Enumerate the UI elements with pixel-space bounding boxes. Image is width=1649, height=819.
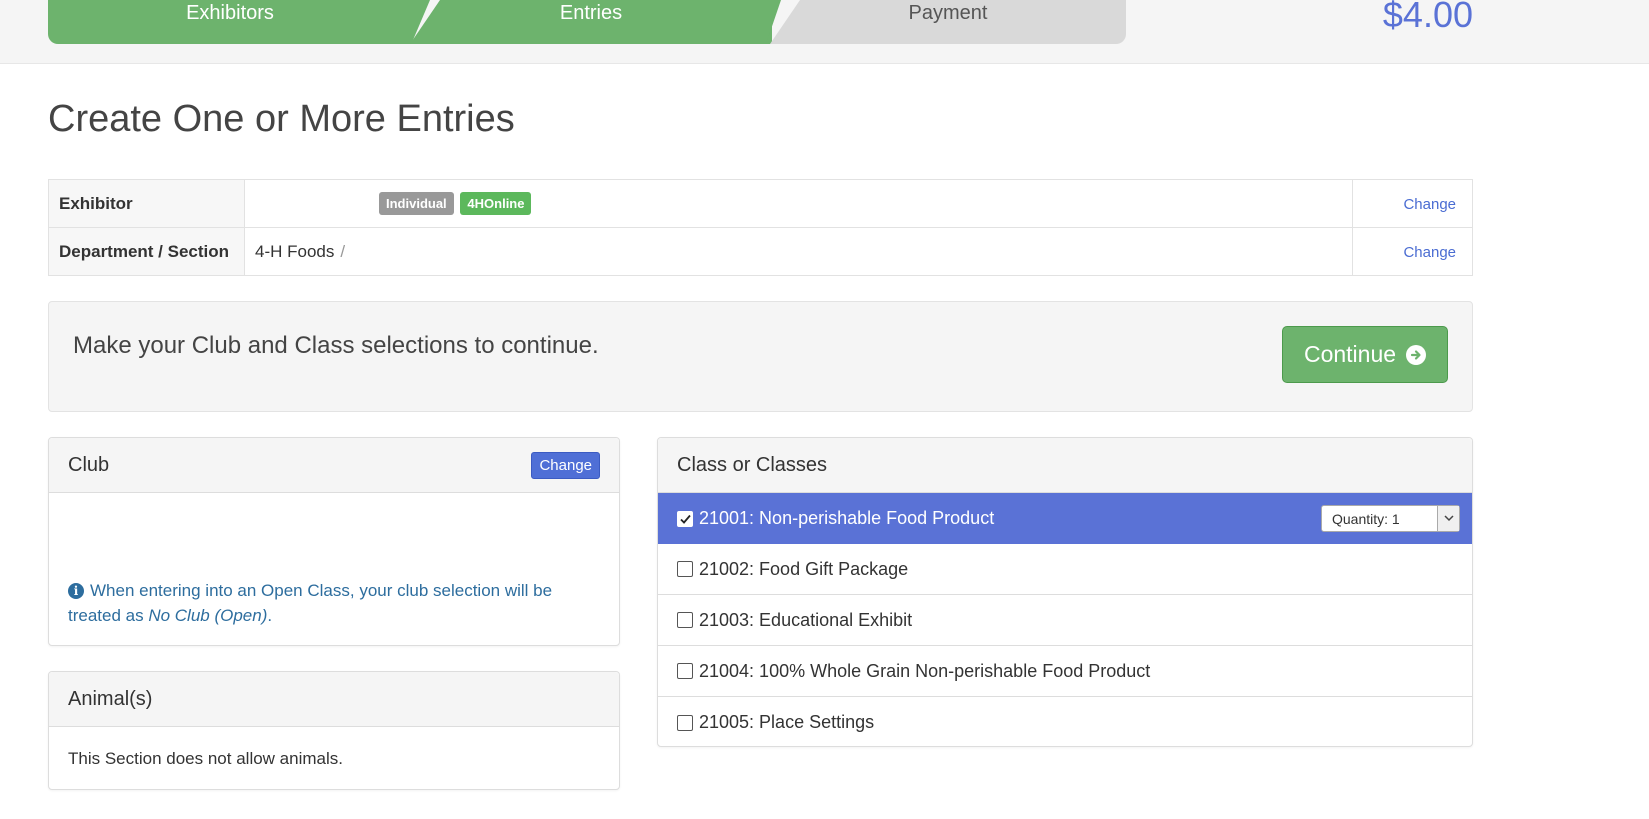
class-label: 21002: Food Gift Package (699, 558, 909, 579)
department-value: 4-H Foods / (244, 227, 1353, 276)
department-change-cell: Change (1352, 227, 1473, 276)
selection-notice: Make your Club and Class selections to c… (48, 301, 1473, 412)
checkbox-icon[interactable] (677, 561, 693, 577)
checkbox-icon[interactable] (677, 714, 693, 731)
change-club-button[interactable]: Change (531, 452, 600, 479)
entry-summary-table: Exhibitor Individual 4HOnline Change Dep… (48, 179, 1473, 276)
continue-label: Continue (1303, 341, 1397, 367)
department-row: Department / Section 4-H Foods / Change (48, 227, 1473, 276)
progress-steps: Exhibitors Entries Payment (48, 0, 1126, 44)
class-row-21005[interactable]: 21005: Place Settings (658, 697, 1472, 748)
step-entries-label: Entries (559, 2, 623, 24)
change-exhibitor-link[interactable]: Change (1403, 196, 1456, 213)
page-title: Create One or More Entries (48, 98, 515, 140)
step-exhibitors[interactable]: Exhibitors (48, 0, 412, 44)
class-label: 21003: Educational Exhibit (699, 609, 913, 630)
club-info-text: When entering into an Open Class, your c… (68, 581, 553, 625)
step-payment-label: Payment (908, 2, 988, 24)
animals-message: This Section does not allow animals. (68, 749, 343, 768)
club-info-end: . (267, 606, 273, 625)
exhibitor-row: Exhibitor Individual 4HOnline Change (48, 179, 1473, 228)
arrow-circle-right-icon (1406, 344, 1427, 365)
department-separator: / (340, 241, 346, 261)
exhibitor-badges: Individual 4HOnline (379, 192, 533, 215)
progress-header: Exhibitors Entries Payment $4.00 (0, 0, 1649, 64)
class-list: 21001: Non-perishable Food Product Quant… (658, 493, 1472, 748)
club-panel-header: Club Change (49, 438, 619, 493)
info-circle-icon: i (68, 583, 84, 599)
change-department-link[interactable]: Change (1403, 244, 1456, 261)
quantity-value: Quantity: 1 (1332, 510, 1400, 527)
checkbox-icon[interactable] (677, 663, 693, 679)
club-panel: Club Change i When entering into an Open … (48, 437, 620, 646)
exhibitor-label: Exhibitor (48, 179, 245, 228)
continue-button[interactable]: Continue (1282, 326, 1448, 383)
class-row-21003[interactable]: 21003: Educational Exhibit (658, 595, 1472, 646)
step-exhibitors-label: Exhibitors (186, 2, 274, 24)
club-info-emphasis: No Club (Open) (148, 606, 268, 625)
step-entries[interactable]: Entries (410, 0, 772, 44)
animals-panel-header: Animal(s) (49, 672, 619, 727)
quantity-select[interactable]: Quantity: 1 (1321, 505, 1460, 532)
class-label: 21005: Place Settings (699, 712, 875, 732)
department-name: 4-H Foods (255, 241, 335, 261)
class-row-21002[interactable]: 21002: Food Gift Package (658, 544, 1472, 595)
step-payment[interactable]: Payment (770, 0, 1126, 44)
class-row-21004[interactable]: 21004: 100% Whole Grain Non-perishable F… (658, 646, 1472, 697)
department-label: Department / Section (48, 227, 245, 276)
chevron-down-icon[interactable] (1437, 506, 1459, 531)
cart-total: $4.00 (1382, 0, 1473, 35)
animals-panel-title: Animal(s) (68, 687, 153, 710)
classes-panel-header: Class or Classes (658, 438, 1472, 493)
classes-panel-title: Class or Classes (677, 453, 828, 476)
club-panel-title: Club (68, 453, 110, 476)
badge-individual: Individual (379, 192, 454, 215)
checkbox-icon[interactable] (677, 510, 693, 527)
club-info-message: i When entering into an Open Class, your … (68, 578, 588, 628)
checkbox-icon[interactable] (677, 612, 693, 628)
exhibitor-value: Individual 4HOnline (244, 179, 1353, 228)
class-label: 21001: Non-perishable Food Product (699, 508, 995, 528)
classes-panel: Class or Classes 21001: Non-perishable F… (657, 437, 1473, 747)
badge-4honline: 4HOnline (460, 192, 532, 215)
animals-panel: Animal(s) This Section does not allow an… (48, 671, 620, 790)
class-row-21001[interactable]: 21001: Non-perishable Food Product Quant… (658, 493, 1472, 544)
exhibitor-change-cell: Change (1352, 179, 1473, 228)
notice-text: Make your Club and Class selections to c… (73, 332, 599, 359)
class-label: 21004: 100% Whole Grain Non-perishable F… (699, 660, 1151, 681)
